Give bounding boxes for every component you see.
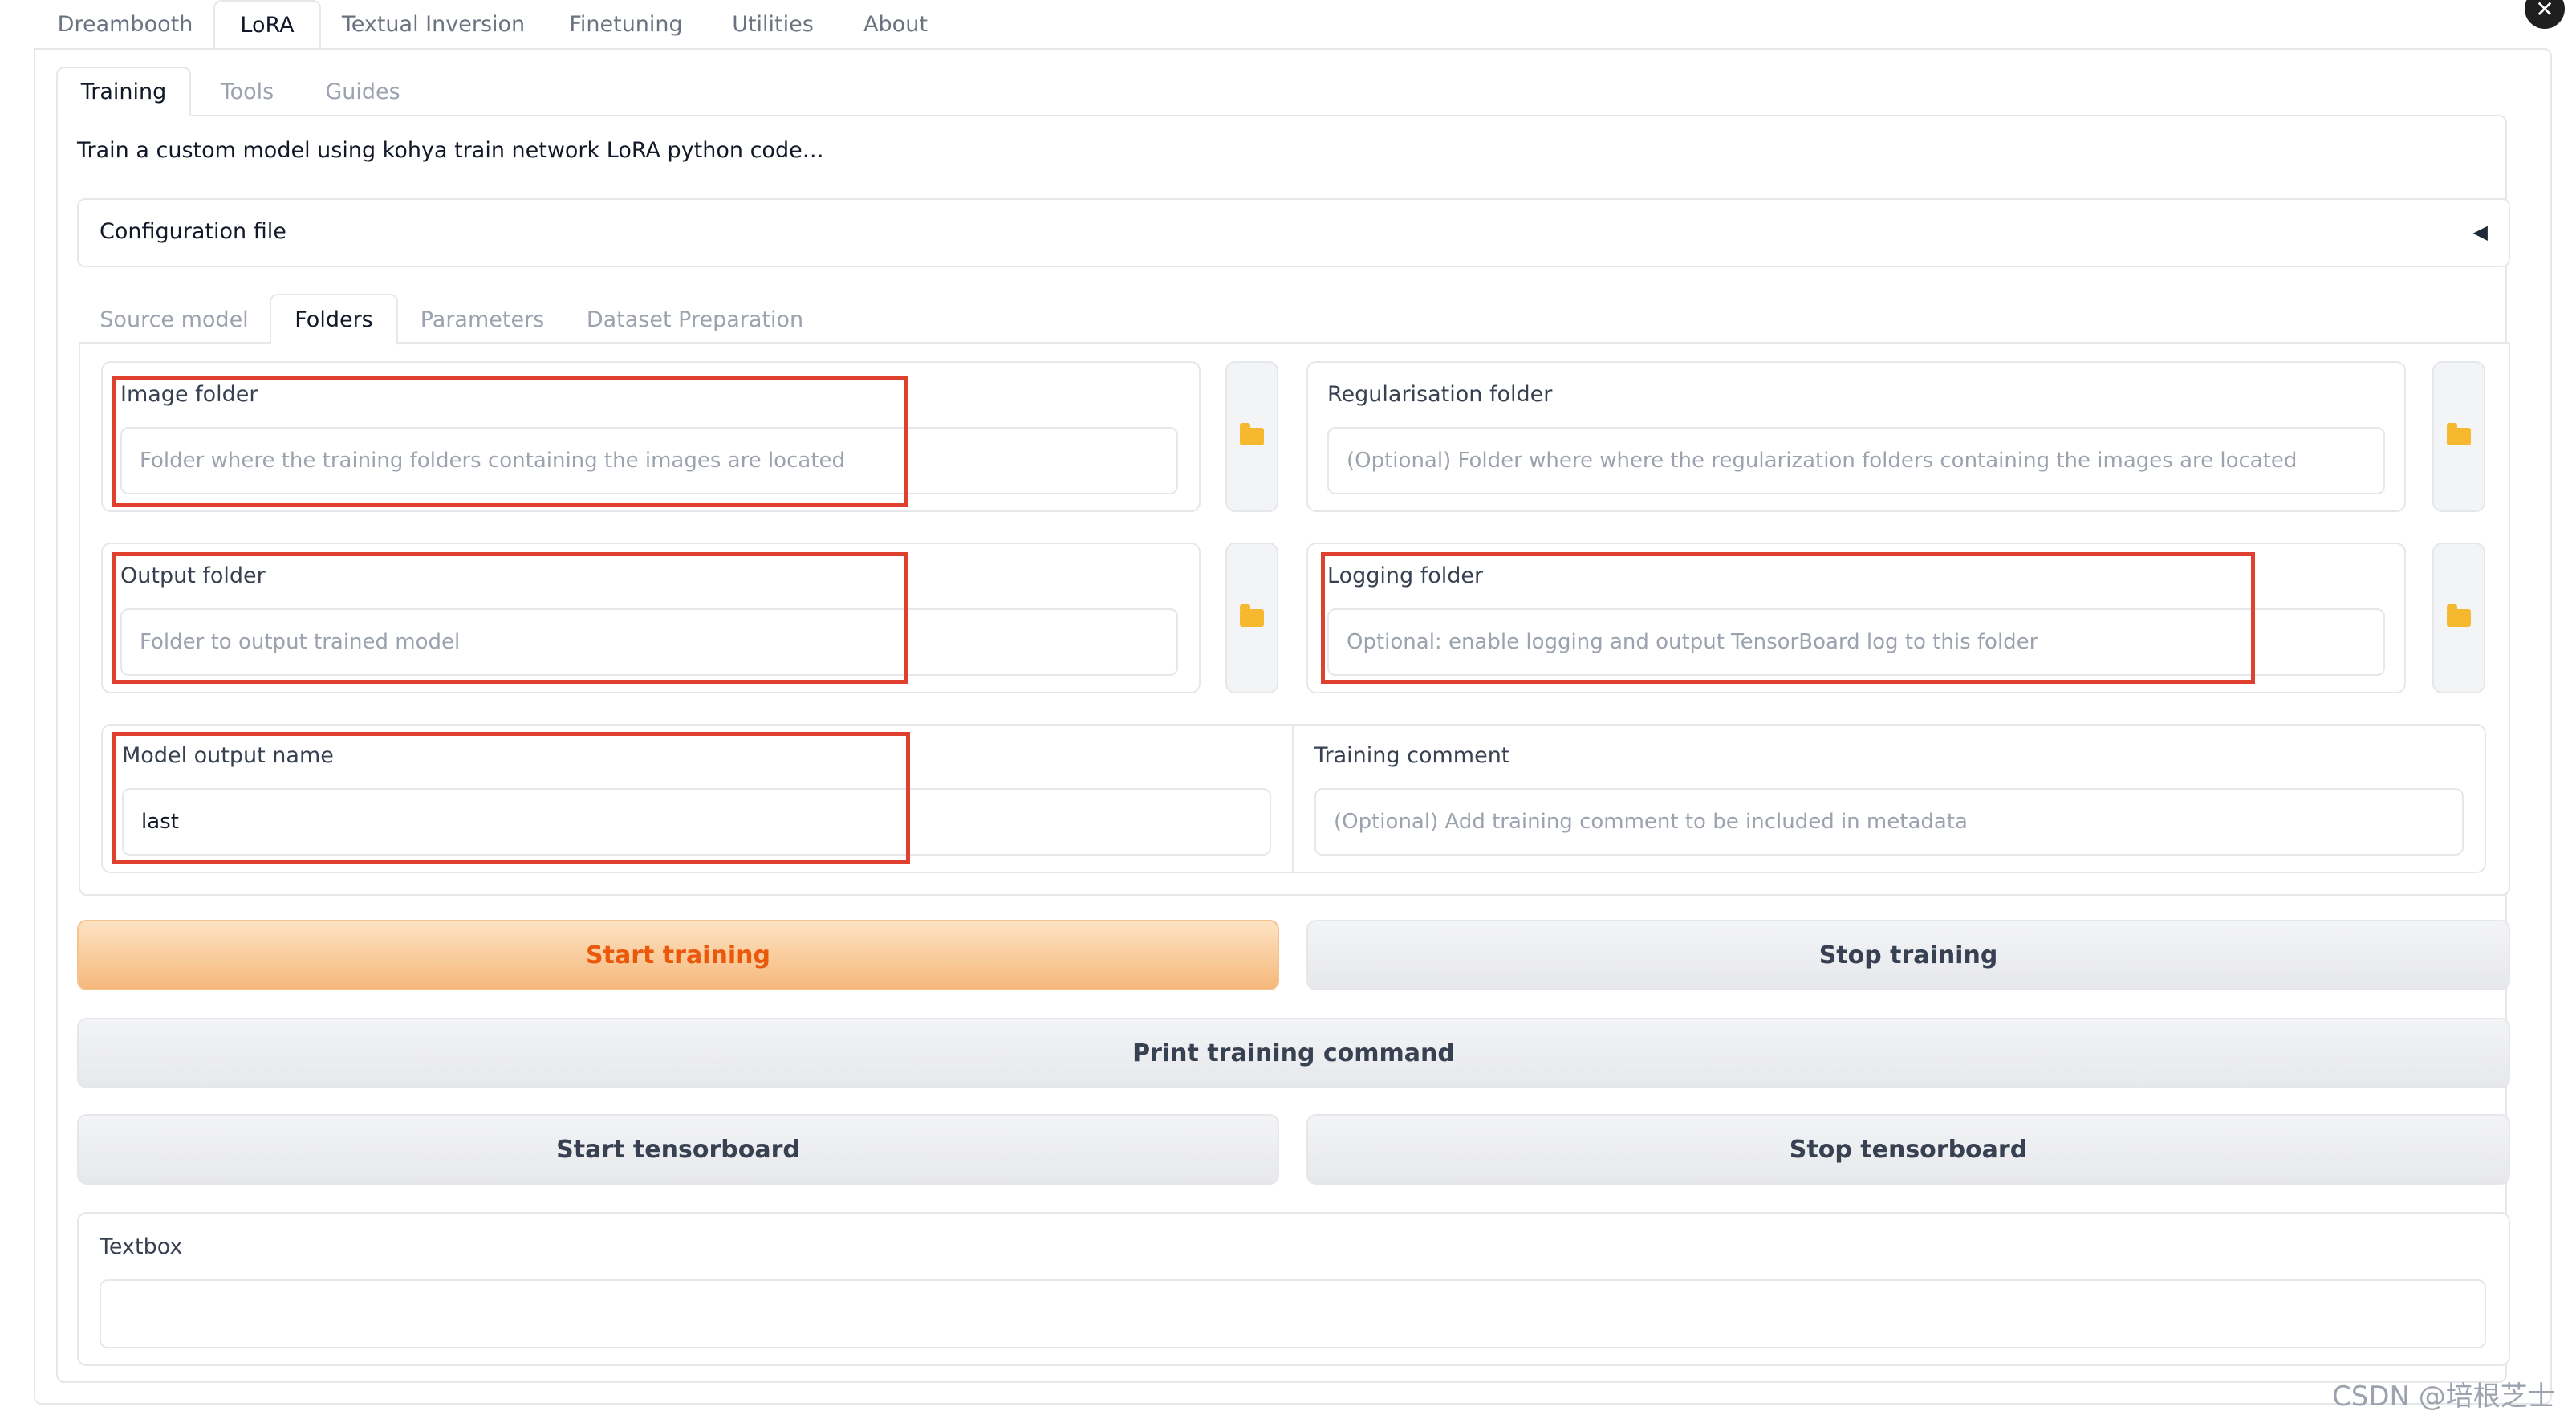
tab-source-model[interactable]: Source model: [88, 294, 260, 345]
textbox-input[interactable]: [100, 1279, 2486, 1348]
stop-training-button[interactable]: Stop training: [1306, 920, 2510, 990]
tab-guides[interactable]: Guides: [308, 67, 417, 116]
tab-utilities[interactable]: Utilities: [714, 0, 831, 48]
folder-icon: [2447, 604, 2471, 627]
tab-dreambooth[interactable]: Dreambooth: [40, 0, 210, 48]
image-folder-input[interactable]: [120, 427, 1178, 494]
reg-folder-group: Regularisation folder: [1306, 361, 2406, 512]
page-description: Train a custom model using kohya train n…: [77, 138, 824, 163]
model-output-name-label: Model output name: [122, 743, 334, 768]
stop-tensorboard-button[interactable]: Stop tensorboard: [1306, 1114, 2510, 1185]
tab-dataset-preparation[interactable]: Dataset Preparation: [575, 294, 815, 345]
training-comment-label: Training comment: [1314, 743, 1510, 768]
tab-finetuning[interactable]: Finetuning: [554, 0, 698, 48]
output-folder-label: Output folder: [120, 563, 266, 588]
tab-tools[interactable]: Tools: [201, 67, 294, 116]
row-divider: [1292, 726, 1294, 872]
folder-icon: [1240, 423, 1264, 445]
configuration-file-accordion[interactable]: Configuration file ◀: [77, 198, 2510, 267]
image-folder-group: Image folder: [101, 361, 1201, 512]
tab-training[interactable]: Training: [56, 67, 191, 116]
logging-folder-browse-button[interactable]: [2432, 543, 2485, 693]
image-folder-browse-button[interactable]: [1225, 361, 1278, 512]
watermark: CSDN @培根芝士: [2332, 1380, 2555, 1413]
model-output-name-input[interactable]: [122, 788, 1271, 856]
output-name-row: Model output name Training comment: [101, 724, 2486, 873]
textbox-label: Textbox: [100, 1234, 183, 1259]
training-comment-input[interactable]: [1314, 788, 2464, 856]
tab-folders[interactable]: Folders: [270, 294, 398, 345]
reg-folder-label: Regularisation folder: [1327, 382, 1553, 407]
start-tensorboard-button[interactable]: Start tensorboard: [77, 1114, 1279, 1185]
logging-folder-group: Logging folder: [1306, 543, 2406, 693]
image-folder-label: Image folder: [120, 382, 258, 407]
print-training-command-button[interactable]: Print training command: [77, 1018, 2510, 1088]
logging-folder-input[interactable]: [1327, 608, 2385, 676]
tab-about[interactable]: About: [847, 0, 944, 48]
folder-icon: [1240, 604, 1264, 627]
output-folder-input[interactable]: [120, 608, 1178, 676]
start-training-button[interactable]: Start training: [77, 920, 1279, 990]
folder-icon: [2447, 423, 2471, 445]
output-folder-browse-button[interactable]: [1225, 543, 1278, 693]
close-icon[interactable]: ✕: [2525, 0, 2565, 29]
configuration-file-label: Configuration file: [100, 219, 286, 244]
tab-parameters[interactable]: Parameters: [406, 294, 559, 345]
tab-lora[interactable]: LoRA: [213, 0, 321, 48]
logging-folder-label: Logging folder: [1327, 563, 1484, 588]
reg-folder-browse-button[interactable]: [2432, 361, 2485, 512]
output-folder-group: Output folder: [101, 543, 1201, 693]
reg-folder-input[interactable]: [1327, 427, 2385, 494]
textbox-group: Textbox: [77, 1212, 2510, 1366]
collapse-triangle-icon[interactable]: ◀: [2473, 221, 2488, 243]
tab-textual-inversion[interactable]: Textual Inversion: [331, 0, 536, 48]
